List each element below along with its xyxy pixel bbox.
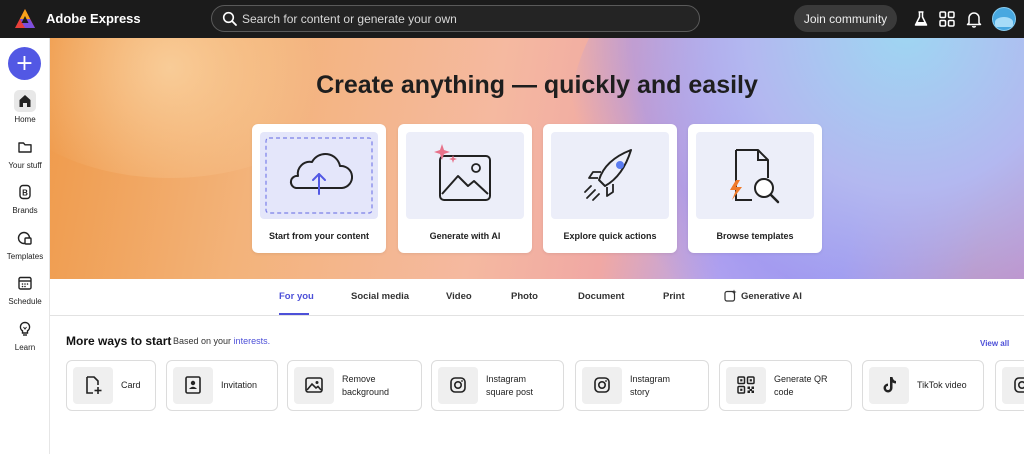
section-title: More ways to start <box>66 334 172 348</box>
app-title: Adobe Express <box>46 11 141 26</box>
hero-title: Create anything — quickly and easily <box>316 71 758 99</box>
quick-card-tiktok-video[interactable]: TikTok video <box>862 360 984 411</box>
quick-card-generate-qr-code[interactable]: Generate QR code <box>719 360 852 411</box>
remove-background-icon <box>305 377 323 393</box>
browse-templates-card[interactable]: Browse templates <box>688 124 822 253</box>
brand-icon: B <box>14 181 36 203</box>
tab-video[interactable]: Video <box>446 291 472 302</box>
active-tab-indicator <box>279 313 309 315</box>
explore-quick-actions-card[interactable]: Explore quick actions <box>543 124 677 253</box>
tab-print[interactable]: Print <box>663 291 685 302</box>
quick-card-instagram-story[interactable]: Instagram story <box>575 360 709 411</box>
card-icon <box>86 376 102 394</box>
sidebar-item-label: Home <box>14 115 36 124</box>
quick-card-label: Instagram square post <box>486 373 534 397</box>
generate-with-ai-card[interactable]: Generate with AI <box>398 124 532 253</box>
start-from-content-card[interactable]: Start from your content <box>252 124 386 253</box>
sidebar-item-your-stuff[interactable]: Your stuff <box>0 136 50 176</box>
qr-code-icon <box>737 376 755 394</box>
calendar-icon <box>14 272 36 294</box>
template-search-icon <box>730 149 780 204</box>
svg-text:B: B <box>22 189 28 198</box>
quick-card-label: Invitation <box>221 380 258 390</box>
quick-card-label: Generate QR code <box>774 373 828 397</box>
generative-ai-icon <box>724 289 737 302</box>
tab-generative-ai[interactable]: Generative AI <box>741 291 802 302</box>
card-label: Explore quick actions <box>563 231 657 241</box>
home-icon <box>14 90 36 112</box>
sidebar-item-label: Learn <box>14 343 36 352</box>
top-bar: Adobe Express Join community <box>0 0 1024 38</box>
search-bar[interactable] <box>211 5 700 32</box>
view-all-link[interactable]: View all <box>980 339 1009 348</box>
quick-card-instagram-square-post[interactable]: Instagram square post <box>431 360 564 411</box>
templates-icon <box>14 227 36 249</box>
folder-icon <box>14 136 36 158</box>
tab-social-media[interactable]: Social media <box>351 291 409 302</box>
card-label: Generate with AI <box>429 231 501 241</box>
sidebar-item-templates[interactable]: Templates <box>0 227 50 267</box>
instagram-icon <box>594 377 610 393</box>
sidebar-item-home[interactable]: Home <box>0 90 50 130</box>
instagram-icon <box>450 377 466 393</box>
user-avatar[interactable] <box>992 7 1016 31</box>
hero-banner: Create anything — quickly and easily Sta… <box>50 38 1024 279</box>
interests-link[interactable]: interests. <box>234 336 271 346</box>
join-community-button[interactable]: Join community <box>794 5 897 32</box>
search-input[interactable] <box>242 10 682 28</box>
quick-card-card[interactable]: Card <box>66 360 156 411</box>
quick-card-invitation[interactable]: Invitation <box>166 360 278 411</box>
adobe-express-logo[interactable] <box>14 8 36 30</box>
instagram-icon <box>1014 377 1024 393</box>
section-subtitle-text: Based on your <box>173 336 232 346</box>
search-icon <box>222 11 237 26</box>
notification-bell-icon[interactable] <box>964 9 984 29</box>
tab-photo[interactable]: Photo <box>511 291 538 302</box>
sidebar-item-label: Your stuff <box>8 161 42 170</box>
flask-icon[interactable] <box>911 9 931 29</box>
sidebar-item-brands[interactable]: B Brands <box>0 181 50 221</box>
cloud-upload-icon <box>265 137 373 214</box>
left-sidebar: + Home Your stuff B Brands Templates Sch… <box>0 38 50 454</box>
quick-card-label: TikTok video <box>917 380 967 390</box>
sidebar-item-label: Brands <box>12 206 38 215</box>
tab-document[interactable]: Document <box>578 291 624 302</box>
invitation-icon <box>185 376 201 394</box>
card-label: Start from your content <box>268 231 369 241</box>
sidebar-item-schedule[interactable]: Schedule <box>0 272 50 312</box>
rocket-icon <box>584 149 632 201</box>
quick-card-label: Instagram story <box>630 373 671 397</box>
quick-card-label: Card <box>121 380 141 390</box>
card-label: Browse templates <box>716 231 794 241</box>
category-tabs: For you Social media Video Photo Documen… <box>50 279 1024 316</box>
section-subtitle: Based on your interests. <box>173 336 270 346</box>
apps-grid-icon[interactable] <box>937 9 957 29</box>
create-new-button[interactable]: + <box>8 47 41 80</box>
tab-for-you[interactable]: For you <box>279 291 314 302</box>
quick-card-partial[interactable] <box>995 360 1024 411</box>
quick-card-remove-background[interactable]: Remove background <box>287 360 422 411</box>
quick-card-label: Remove background <box>342 373 390 397</box>
lightbulb-icon <box>14 318 36 340</box>
sidebar-item-label: Schedule <box>8 297 42 306</box>
sidebar-item-label: Templates <box>6 252 44 261</box>
tiktok-icon <box>883 377 896 393</box>
ai-image-icon <box>434 144 491 201</box>
sidebar-item-learn[interactable]: Learn <box>0 318 50 358</box>
